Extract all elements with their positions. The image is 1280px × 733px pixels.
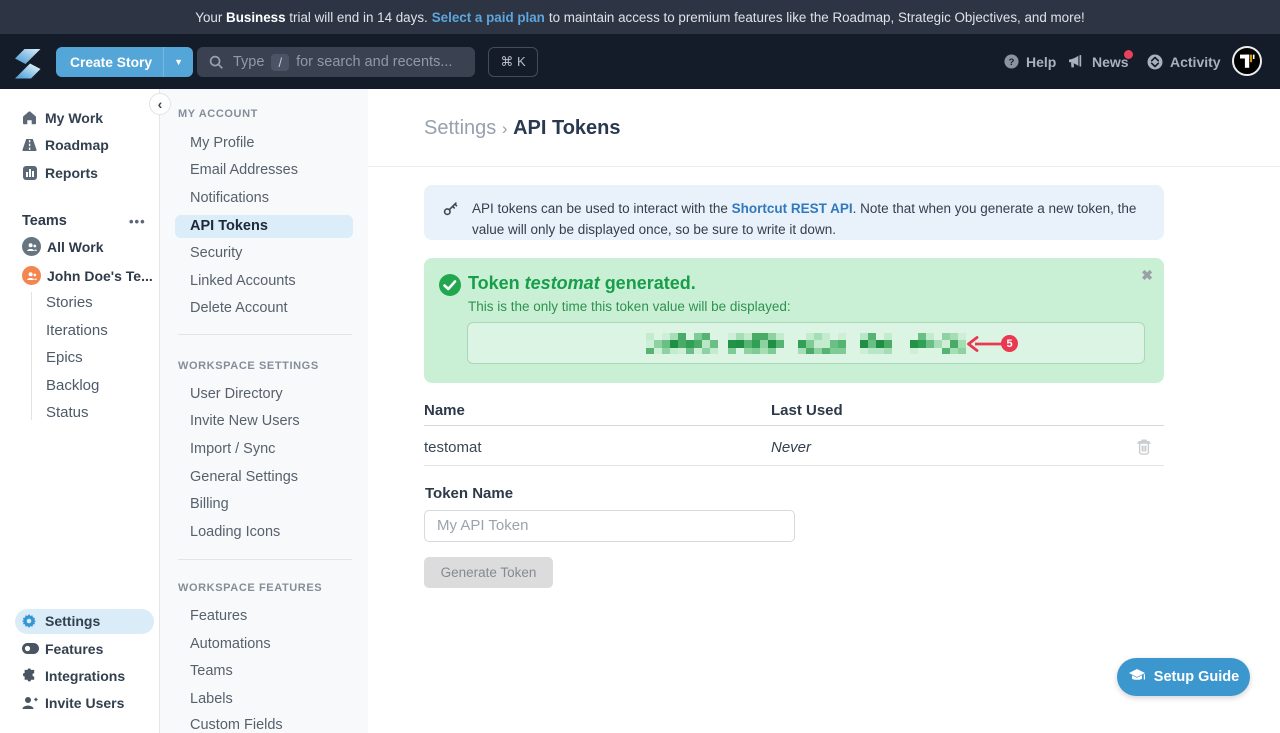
svg-text:?: ?: [1009, 57, 1015, 67]
